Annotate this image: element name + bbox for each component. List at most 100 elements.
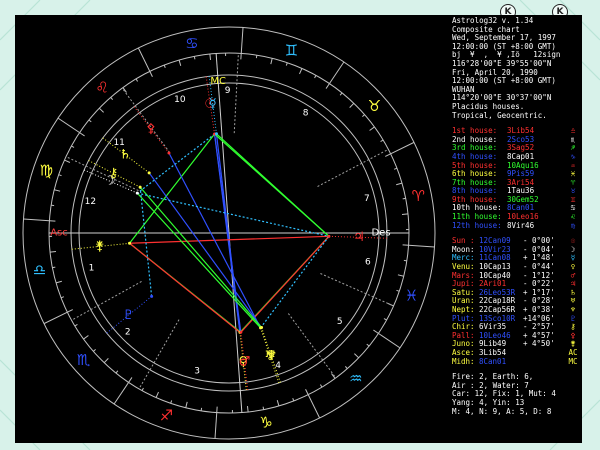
degree-tick — [396, 289, 400, 292]
degree-tick — [103, 358, 109, 364]
house-number: 9 — [225, 86, 231, 96]
degree-tick — [383, 318, 387, 321]
degree-tick — [64, 159, 71, 163]
aquarius-glyph: ♒ — [349, 369, 362, 387]
element-line: Air : 2, Water: 7 — [452, 381, 529, 390]
midheaven-label: MC — [210, 76, 226, 87]
sign-divider — [328, 61, 345, 84]
degree-tick — [79, 132, 85, 137]
info-line: Placidus houses. — [452, 102, 525, 111]
capricorn-glyph: ♑ — [259, 413, 272, 431]
info-line: 116°28'00"E 39°55'00"N — [452, 59, 552, 68]
degree-tick — [149, 71, 153, 77]
degree-tick — [141, 387, 144, 391]
house-cusp-line — [138, 319, 180, 390]
info-line: Fri, April 20, 1990 — [452, 68, 538, 77]
degree-tick — [246, 405, 249, 413]
degree-tick — [60, 296, 65, 299]
pluto-glyph: ♇ — [123, 308, 135, 323]
element-line: M: 4, N: 9, A: 5, D: 8 — [452, 407, 552, 416]
degree-tick — [74, 323, 78, 327]
info-line: Wed, September 17, 1997 — [452, 34, 556, 43]
virgo-glyph: ♍ — [40, 161, 53, 179]
degree-tick — [396, 182, 403, 186]
degree-tick — [373, 329, 379, 334]
aspect-line — [168, 152, 262, 329]
house-sign-icon: ♍ — [570, 220, 576, 230]
house-number: 3 — [194, 366, 200, 376]
planet-aspect — [523, 358, 565, 367]
cancer-glyph: ♋ — [185, 35, 198, 53]
degree-tick — [319, 384, 323, 388]
degree-tick — [98, 107, 104, 113]
info-line: 114°20'00"E 30°37'00"N — [452, 94, 552, 103]
degree-tick — [93, 348, 96, 352]
degree-tick — [299, 68, 303, 75]
degree-tick — [71, 145, 75, 148]
degree-tick — [83, 335, 89, 340]
house-number: 8 — [303, 108, 309, 118]
planet-dot — [327, 234, 331, 238]
planet-aspect — [523, 349, 565, 358]
sign-divider — [390, 141, 415, 155]
info-line: bj ¥ , ¥ ,Iô 12sign — [452, 51, 561, 60]
aspect-line — [139, 187, 153, 297]
degree-tick — [292, 397, 295, 402]
info-line: 12:00:00 (ST +8:00 GMT) — [452, 42, 556, 51]
house-number: 6 — [365, 257, 371, 267]
element-line: Car: 12, Fix: 1, Mut: 4 — [452, 390, 556, 399]
degree-tick — [155, 391, 159, 398]
degree-tick — [369, 126, 375, 131]
planet-table: Sun :12Can09- 0°00' ☉ Moon: 10Vir23- 0°04' ☽… — [452, 237, 582, 366]
degree-tick — [185, 401, 188, 408]
sign-divider — [137, 47, 151, 72]
planet-dot — [135, 191, 139, 195]
jupiter-glyph: ♃ — [353, 230, 365, 245]
aspect-line — [129, 133, 216, 244]
planet-dot — [214, 132, 218, 136]
info-panel: Astrolog32 v. 1.34 Composite chart Wed, Se… — [452, 17, 582, 443]
degree-tick — [115, 370, 119, 374]
gemini-glyph: ♊ — [285, 41, 298, 59]
degree-tick — [344, 366, 348, 369]
degree-tick — [163, 64, 166, 69]
degree-tick — [285, 62, 288, 66]
sign-divider — [240, 27, 244, 54]
info-line: 12:00:00 (ST +8:00 GMT) — [452, 77, 556, 86]
element-line: Fire: 2, Earth: 6, — [452, 373, 534, 382]
degree-tick — [270, 58, 273, 65]
juno-glyph: ⚵ — [95, 239, 105, 254]
degree-tick — [325, 83, 330, 89]
element-line: Yang: 4, Yin: 13 — [452, 398, 525, 407]
planet-label: Midh: — [452, 356, 475, 366]
degree-tick — [366, 343, 370, 347]
house-number: 5 — [337, 317, 343, 327]
descendant-label: Des — [371, 228, 390, 239]
degree-tick — [380, 139, 384, 143]
degree-tick — [67, 309, 73, 313]
planet-dot — [138, 185, 142, 189]
aspect-line — [216, 133, 330, 237]
house-number: 2 — [125, 328, 131, 338]
degree-tick — [209, 53, 212, 61]
leo-glyph: ♌ — [95, 79, 108, 97]
house-label: 12th house: — [452, 220, 502, 230]
degree-tick — [402, 197, 406, 200]
degree-tick — [276, 400, 280, 407]
chart-wheel: ♈♉♊♋♌♍♎♏♐ ♑♒♓123456789101112Asc DesMC☉☽☿♀♂… — [22, 26, 436, 440]
house-row: 12th house: 8Vir46 ♍ — [452, 220, 582, 231]
degree-tick — [58, 174, 62, 177]
degree-tick — [362, 114, 365, 118]
sign-divider — [307, 394, 321, 419]
degree-tick — [178, 59, 182, 66]
saturn-glyph: ♄ — [119, 147, 131, 162]
sign-divider — [57, 117, 80, 134]
pallas-glyph: ⚴ — [146, 122, 156, 137]
element-summary: Fire: 2, Earth: 6, Air : 2, Water: 7 Car: … — [452, 373, 582, 416]
degree-tick — [170, 400, 173, 404]
planet-dot — [150, 294, 154, 298]
info-line: WUHAN — [452, 85, 475, 94]
sign-divider — [43, 311, 68, 325]
degree-tick — [52, 266, 56, 269]
degree-tick — [110, 97, 114, 100]
